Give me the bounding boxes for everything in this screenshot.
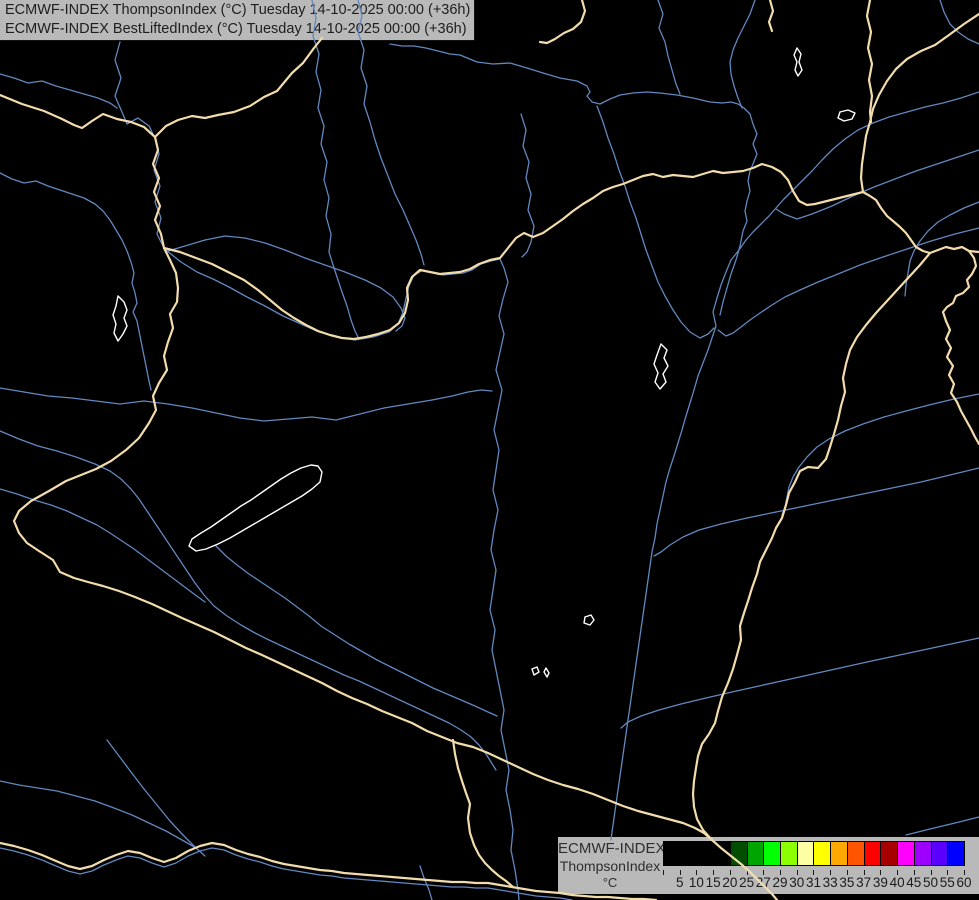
legend-index-label: ThompsonIndex xyxy=(558,858,662,874)
map-canvas xyxy=(0,0,979,900)
river-line xyxy=(905,202,979,296)
river-line xyxy=(782,394,979,515)
lake-outline xyxy=(532,667,539,675)
river-line xyxy=(521,114,534,257)
color-cell xyxy=(780,841,798,866)
country-border-line xyxy=(867,0,872,122)
river-line xyxy=(0,781,196,848)
river-line xyxy=(115,42,167,251)
river-line xyxy=(906,817,979,835)
country-border-line xyxy=(769,0,773,31)
color-cell xyxy=(947,841,965,866)
color-cell xyxy=(830,841,848,866)
weather-map-screen: ECMWF-INDEX ThompsonIndex °C 51015202527… xyxy=(0,0,979,900)
rivers-layer xyxy=(0,0,979,900)
color-cell xyxy=(696,841,714,866)
river-line xyxy=(107,740,205,856)
country-border-line xyxy=(861,14,979,192)
title-bar: ECMWF-INDEX ThompsonIndex (°C) Tuesday 1… xyxy=(0,0,475,41)
color-cell xyxy=(680,841,698,866)
country-borders-layer xyxy=(0,0,979,900)
color-cell xyxy=(847,841,865,866)
lake-outline xyxy=(584,615,594,625)
color-cell xyxy=(713,841,731,866)
river-line xyxy=(730,0,755,108)
river-line xyxy=(168,236,405,331)
river-line xyxy=(390,44,757,315)
river-line xyxy=(776,150,979,219)
river-line xyxy=(658,0,680,94)
color-cell xyxy=(864,841,882,866)
river-line xyxy=(654,468,979,556)
legend-unit-label: °C xyxy=(558,875,662,890)
country-border-line xyxy=(453,740,513,887)
country-border-line xyxy=(540,0,585,43)
lakes-layer xyxy=(113,48,855,677)
river-line xyxy=(0,74,117,108)
country-border-line xyxy=(155,38,322,137)
legend-panel: ECMWF-INDEX ThompsonIndex °C 51015202527… xyxy=(558,837,979,894)
lake-outline xyxy=(794,48,802,76)
color-cell xyxy=(797,841,815,866)
scale-tick-label: 60 xyxy=(949,875,979,890)
map-title-line2: ECMWF-INDEX BestLiftedIndex (°C) Tuesday… xyxy=(5,21,467,37)
river-line xyxy=(216,546,497,716)
country-border-line xyxy=(0,95,155,137)
color-cell xyxy=(663,841,681,866)
color-cell xyxy=(730,841,748,866)
color-cell xyxy=(763,841,781,866)
country-border-line xyxy=(969,251,979,252)
lake-outline xyxy=(189,465,322,551)
river-line xyxy=(621,638,979,728)
river-line xyxy=(0,489,205,602)
country-border-line xyxy=(14,137,712,840)
country-border-line xyxy=(930,247,979,444)
country-border-line xyxy=(164,164,863,339)
color-cell xyxy=(880,841,898,866)
lake-outline xyxy=(654,344,668,389)
country-border-line xyxy=(863,192,930,253)
color-cell xyxy=(813,841,831,866)
color-cell xyxy=(914,841,932,866)
color-cell xyxy=(897,841,915,866)
country-border-line xyxy=(693,253,930,900)
legend-product-label: ECMWF-INDEX xyxy=(558,840,662,857)
color-cell xyxy=(747,841,765,866)
river-line xyxy=(312,0,358,337)
river-line xyxy=(718,228,979,336)
river-line xyxy=(420,866,432,900)
river-line xyxy=(167,251,519,900)
map-title-line1: ECMWF-INDEX ThompsonIndex (°C) Tuesday 1… xyxy=(5,2,470,18)
river-line xyxy=(0,431,496,770)
river-line xyxy=(597,106,714,338)
lake-outline xyxy=(838,110,855,121)
color-cell xyxy=(931,841,949,866)
lake-outline xyxy=(113,296,127,341)
river-line xyxy=(0,848,572,900)
lake-outline xyxy=(544,668,549,677)
river-line xyxy=(0,173,151,390)
river-line xyxy=(0,388,492,421)
river-line xyxy=(940,0,979,44)
color-scale-bar: 51015202527293031333537394045505560 xyxy=(663,841,966,866)
river-line xyxy=(611,92,979,840)
